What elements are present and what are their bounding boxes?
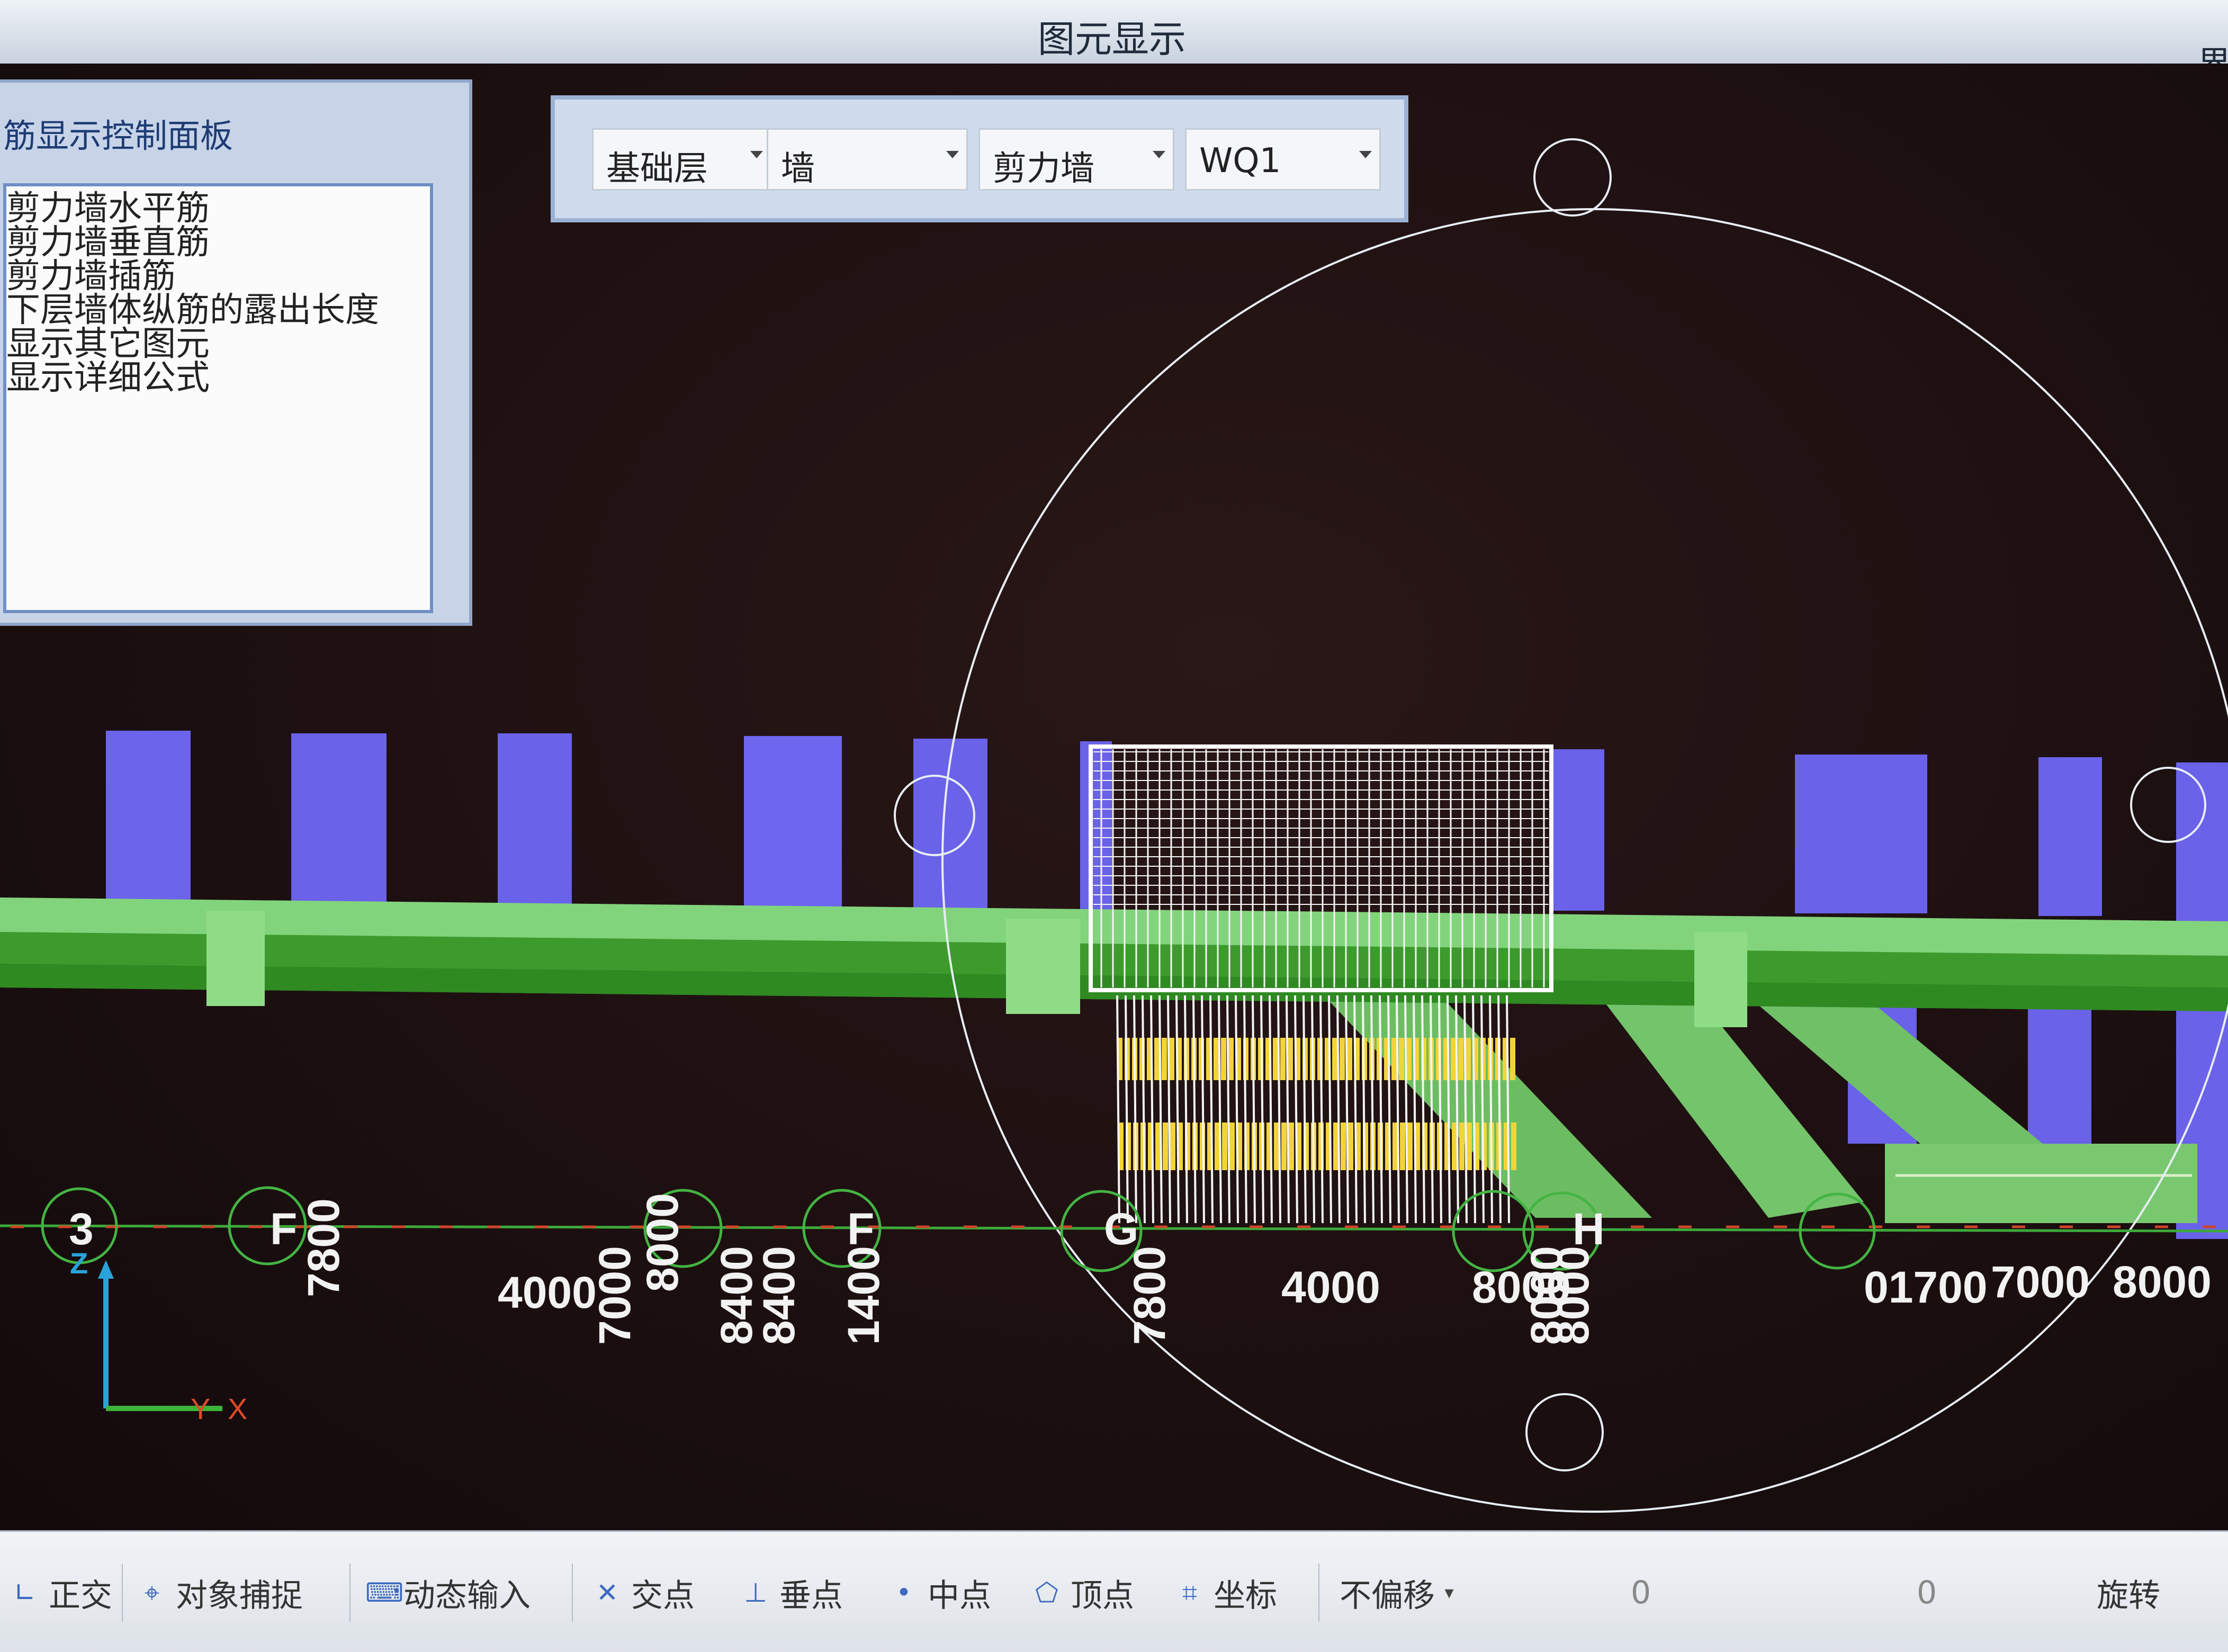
window-title: 图元显示 <box>1038 17 1186 61</box>
column[interactable] <box>498 733 572 911</box>
axis-label: 8400 <box>754 1246 804 1345</box>
axis-z-label: Z <box>70 1246 88 1280</box>
snap-coordinate[interactable]: ⌗ 坐标 <box>1175 1569 1277 1617</box>
3d-viewport[interactable]: 3 F 7800 4000 7000 8000 F 8400 8400 1400 G 7800 4000… <box>0 64 2228 1530</box>
dynamic-input-toggle[interactable]: ⌨ 动态输入 <box>365 1569 531 1617</box>
axis-label: 8000 <box>2113 1257 2212 1307</box>
brace[interactable] <box>1885 1144 2197 1223</box>
axis-label: 4000 <box>498 1268 597 1317</box>
element-name-select[interactable]: WQ1 <box>1185 128 1381 191</box>
chevron-down-icon <box>750 151 763 158</box>
dynamic-input-icon: ⌨ <box>365 1577 404 1608</box>
axis-label: 1400 <box>839 1246 888 1345</box>
vertex-icon: ⬠ <box>1035 1577 1058 1608</box>
object-snap-toggle[interactable]: ⌖ 对象捕捉 <box>138 1569 303 1617</box>
axis-label: 7800 <box>1125 1246 1174 1345</box>
chevron-down-icon <box>946 151 959 158</box>
y-offset-input[interactable]: 0 <box>1917 1569 1937 1617</box>
floor-select[interactable]: 基础层 <box>592 128 772 191</box>
axis-label: 8000 <box>637 1193 687 1292</box>
midpoint-icon: • <box>896 1577 912 1608</box>
option-dowel-rebar[interactable]: 剪力墙插筋 <box>6 259 176 293</box>
axis-label: 4000 <box>1281 1262 1380 1312</box>
chevron-down-icon: ▾ <box>1444 1582 1454 1603</box>
panel-option-list[interactable]: 剪力墙水平筋 剪力墙垂直筋 剪力墙插筋 下层墙体纵筋的露出长度 显示其它图元 显… <box>3 183 433 613</box>
column[interactable] <box>106 731 191 911</box>
axis-label: 01700 <box>1864 1262 1988 1312</box>
gizmo-handle-bottom[interactable] <box>1525 1393 1604 1471</box>
column[interactable] <box>1551 749 1604 911</box>
axis-label: F <box>270 1204 297 1254</box>
gizmo-handle-top[interactable] <box>1533 138 1612 217</box>
coordinate-axes-icon: Z Y X <box>70 1246 247 1425</box>
x-offset-input[interactable]: 0 <box>1631 1569 1651 1617</box>
axis-label: 8000 <box>1548 1246 1598 1345</box>
chevron-down-icon <box>1359 151 1372 158</box>
column[interactable] <box>744 736 842 911</box>
element-filter-toolbar: 基础层 墙 剪力墙 WQ1 <box>551 95 1408 222</box>
option-exposed-length[interactable]: 下层墙体纵筋的露出长度 <box>6 293 379 327</box>
axis-label: 7000 <box>1991 1257 2090 1307</box>
option-vertical-rebar[interactable]: 剪力墙垂直筋 <box>6 226 210 259</box>
column[interactable] <box>1795 755 1927 913</box>
ortho-icon: ∟ <box>14 1577 36 1608</box>
rotate-checkbox[interactable]: 旋转 <box>2097 1569 2160 1617</box>
snap-magnet-icon: ⌖ <box>144 1577 160 1608</box>
rebar-display-control-panel: 筋显示控制面板 剪力墙水平筋 剪力墙垂直筋 剪力墙插筋 下层墙体纵筋的露出长度 … <box>0 79 472 626</box>
snap-intersection[interactable]: ✕ 交点 <box>593 1569 695 1617</box>
app-window: 图元显示 界 <box>0 0 2228 1652</box>
chevron-down-icon <box>1153 151 1165 158</box>
status-bar: ∟ 正交 ⌖ 对象捕捉 ⌨ 动态输入 ✕ 交点 ⊥ 垂点 • 中点 ⬠ 顶点 ⌗… <box>0 1530 2228 1652</box>
option-show-formula[interactable]: 显示详细公式 <box>6 361 210 395</box>
axis-x-label: X <box>228 1392 247 1425</box>
snap-perpendicular[interactable]: ⊥ 垂点 <box>741 1569 843 1617</box>
offset-mode-select[interactable]: 不偏移 ▾ <box>1340 1569 1473 1617</box>
element-type-select[interactable]: 墙 <box>767 128 968 191</box>
panel-title: 筋显示控制面板 <box>3 116 233 155</box>
option-horizontal-rebar[interactable]: 剪力墙水平筋 <box>6 192 210 226</box>
snap-vertex[interactable]: ⬠ 顶点 <box>1032 1569 1134 1617</box>
axis-y-label: Y <box>191 1392 210 1425</box>
coordinate-icon: ⌗ <box>1182 1577 1198 1608</box>
column[interactable] <box>291 733 387 911</box>
axis-label: 7000 <box>590 1246 640 1345</box>
perpendicular-icon: ⊥ <box>744 1577 767 1608</box>
main-beam[interactable] <box>0 897 2228 1027</box>
column[interactable] <box>2038 757 2102 916</box>
wall-type-select[interactable]: 剪力墙 <box>978 128 1174 191</box>
axis-label: 7800 <box>299 1198 348 1297</box>
title-bar: 图元显示 界 <box>0 0 2228 84</box>
option-show-other-elements[interactable]: 显示其它图元 <box>6 327 210 361</box>
snap-midpoint[interactable]: • 中点 <box>890 1569 991 1617</box>
intersection-icon: ✕ <box>596 1577 618 1608</box>
ortho-toggle[interactable]: ∟ 正交 <box>11 1569 112 1617</box>
